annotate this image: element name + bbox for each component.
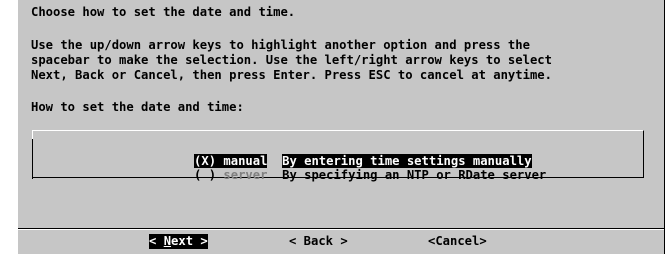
next-button-hotkey: N <box>163 234 172 248</box>
instruction-line-3: Next, Back or Cancel, then press Enter. … <box>31 68 552 82</box>
next-button-rest: ext > <box>171 234 208 248</box>
option-server-tag[interactable]: server <box>223 168 267 182</box>
date-time-dialog: Choose how to set the date and time. Use… <box>17 0 665 254</box>
option-server[interactable]: ( ) server By specifying an NTP or RDate… <box>150 154 546 196</box>
cancel-button[interactable]: <Cancel> <box>428 234 487 249</box>
option-server-description[interactable]: By specifying an NTP or RDate server <box>282 168 546 182</box>
options-list: (X) manual By entering time settings man… <box>32 130 644 182</box>
options-prompt: How to set the date and time: <box>31 100 244 114</box>
instruction-line-1: Use the up/down arrow keys to highlight … <box>31 38 530 52</box>
list-box-edge <box>32 139 33 179</box>
back-button[interactable]: < Back > <box>289 234 348 249</box>
button-separator-highlight <box>18 229 665 230</box>
dialog-heading: Choose how to set the date and time. <box>31 5 296 19</box>
next-button[interactable]: < Next > <box>149 234 208 249</box>
button-bar: < Next > < Back > <Cancel> <box>18 234 665 250</box>
option-server-marker[interactable]: ( ) <box>194 168 216 182</box>
instruction-line-2: spacebar to make the selection. Use the … <box>31 53 552 67</box>
next-button-left: < <box>149 234 164 248</box>
